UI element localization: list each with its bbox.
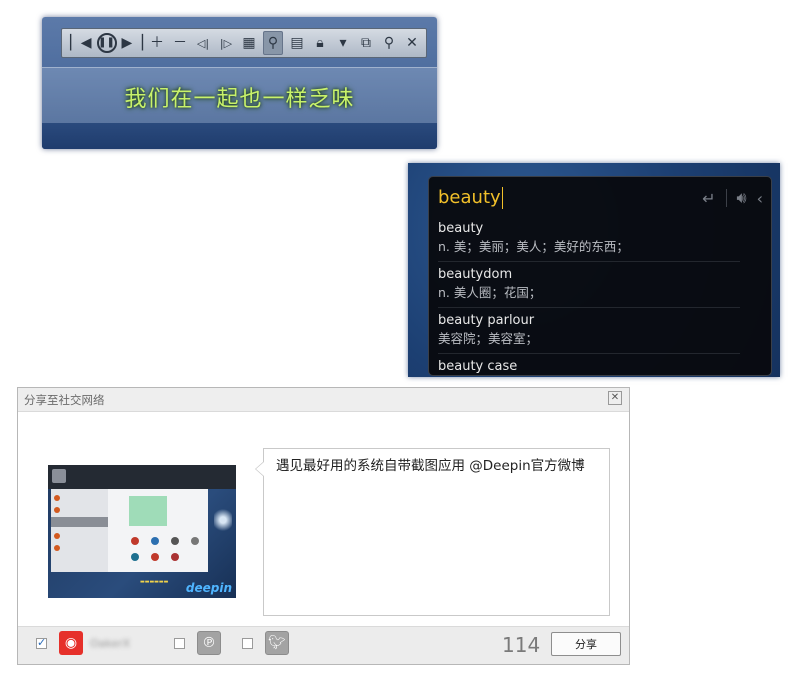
- dialog-footer: ◉ OakerX ℗ 🐦︎ 114 分享: [18, 626, 629, 664]
- close-icon[interactable]: ✕: [608, 391, 622, 405]
- dropdown-icon[interactable]: ▾: [334, 32, 352, 54]
- lock-icon[interactable]: 🔒︎: [311, 32, 329, 54]
- dictionary-panel: beauty ↵ 🔊︎ ‹ beauty n. 美；美丽；美人；美好的东西； b…: [428, 176, 772, 376]
- thumbnail-avatar: [151, 553, 159, 561]
- result-definition: n. 美；美丽；美人；美好的东西；: [438, 239, 629, 254]
- close-icon[interactable]: ✕: [403, 32, 421, 54]
- dictionary-actions: ↵ 🔊︎ ‹: [692, 188, 763, 208]
- thumbnail-sidebar-row: [54, 533, 106, 539]
- thumbnail-sidebar-selected: [51, 517, 108, 527]
- lyrics-window: ▏◀ ❚❚ ▶▕ ＋ － ◁| |▷ ▦ ⚲ ▤ 🔒︎ ▾ ⧉ ⚲ ✕ 我们在一…: [42, 17, 437, 149]
- previous-icon[interactable]: ▏◀: [70, 32, 92, 54]
- thumbnail-image: [129, 496, 167, 526]
- list-item[interactable]: beauty n. 美；美丽；美人；美好的东西；: [438, 216, 740, 262]
- thumbnail-avatar: [191, 537, 199, 545]
- search-icon[interactable]: ⚲: [380, 32, 398, 54]
- result-word: beauty: [438, 221, 484, 236]
- thumbnail-splash: [214, 507, 232, 533]
- plus-icon[interactable]: ＋: [148, 32, 166, 54]
- layout-icon[interactable]: ▤: [288, 32, 306, 54]
- result-definition: 美容院；美容室；: [438, 331, 539, 346]
- dictionary-results: beauty n. 美；美丽；美人；美好的东西； beautydom n. 美人…: [438, 216, 740, 375]
- thumbnail-caption: ▬▬▬▬▬▬: [140, 579, 169, 585]
- grid-icon[interactable]: ▦: [240, 32, 258, 54]
- lock-position-icon[interactable]: ⚲: [263, 31, 283, 55]
- thumbnail-avatar: [131, 553, 139, 561]
- lyrics-line: 我们在一起也一样乏味: [124, 87, 355, 112]
- chevron-left-icon[interactable]: ‹: [757, 189, 763, 208]
- pinterest-icon[interactable]: ℗: [197, 631, 221, 655]
- thumbnail-album-art: [52, 469, 66, 483]
- dialog-titlebar: 分享至社交网络 ✕: [18, 388, 629, 412]
- thumbnail-avatar: [171, 537, 179, 545]
- divider: [725, 189, 727, 207]
- list-item[interactable]: beauty case: [438, 354, 740, 375]
- thumbnail-sidebar-row: [54, 495, 106, 501]
- dictionary-search-input[interactable]: beauty: [438, 187, 503, 209]
- speaker-icon[interactable]: 🔊︎: [737, 188, 747, 208]
- share-message-text: 遇见最好用的系统自带截图应用 @Deepin官方微博: [276, 458, 585, 474]
- service-checkbox[interactable]: [174, 638, 185, 649]
- pause-icon[interactable]: ❚❚: [96, 32, 117, 54]
- thumbnail-logo: deepin: [185, 581, 232, 595]
- share-dialog: 分享至社交网络 ✕ ▬▬▬▬▬▬ deepin 遇见最好用的系统自带截图应用 @…: [17, 387, 630, 665]
- thumbnail-avatar: [171, 553, 179, 561]
- enter-icon[interactable]: ↵: [702, 189, 715, 208]
- result-word: beauty parlour: [438, 313, 535, 328]
- service-checkbox[interactable]: [242, 638, 253, 649]
- share-message-box[interactable]: 遇见最好用的系统自带截图应用 @Deepin官方微博: [255, 448, 610, 616]
- twitter-icon[interactable]: 🐦︎: [265, 631, 289, 655]
- result-word: beauty case: [438, 359, 518, 374]
- dictionary-query: beauty: [438, 187, 501, 208]
- thumbnail-app-window: [51, 489, 208, 572]
- result-word: beautydom: [438, 267, 513, 282]
- window-icon[interactable]: ⧉: [357, 32, 375, 54]
- list-item[interactable]: beauty parlour 美容院；美容室；: [438, 308, 740, 354]
- forward-icon[interactable]: |▷: [217, 32, 235, 54]
- thumbnail-sidebar-row: [54, 545, 106, 551]
- list-item[interactable]: beautydom n. 美人圈；花国；: [438, 262, 740, 308]
- screenshot-thumbnail: ▬▬▬▬▬▬ deepin: [48, 465, 236, 598]
- thumbnail-avatar: [131, 537, 139, 545]
- thumbnail-sidebar-row: [54, 507, 106, 513]
- char-count: 114: [502, 633, 541, 657]
- dialog-title: 分享至社交网络: [24, 393, 105, 407]
- account-name: OakerX: [90, 637, 131, 650]
- weibo-checkbox[interactable]: [36, 636, 47, 649]
- dictionary-window: beauty ↵ 🔊︎ ‹ beauty n. 美；美丽；美人；美好的东西； b…: [408, 163, 780, 377]
- weibo-icon[interactable]: ◉: [59, 631, 83, 655]
- result-definition: n. 美人圈；花国；: [438, 285, 542, 300]
- thumbnail-avatar: [151, 537, 159, 545]
- next-icon[interactable]: ▶▕: [121, 32, 143, 54]
- text-caret: [501, 187, 503, 209]
- thumbnail-player-bar: [48, 465, 236, 489]
- lyrics-toolbar: ▏◀ ❚❚ ▶▕ ＋ － ◁| |▷ ▦ ⚲ ▤ 🔒︎ ▾ ⧉ ⚲ ✕: [61, 28, 427, 58]
- back-icon[interactable]: ◁|: [194, 32, 212, 54]
- thumbnail-sidebar: [51, 489, 108, 572]
- minus-icon[interactable]: －: [171, 32, 189, 54]
- share-button[interactable]: 分享: [551, 632, 621, 656]
